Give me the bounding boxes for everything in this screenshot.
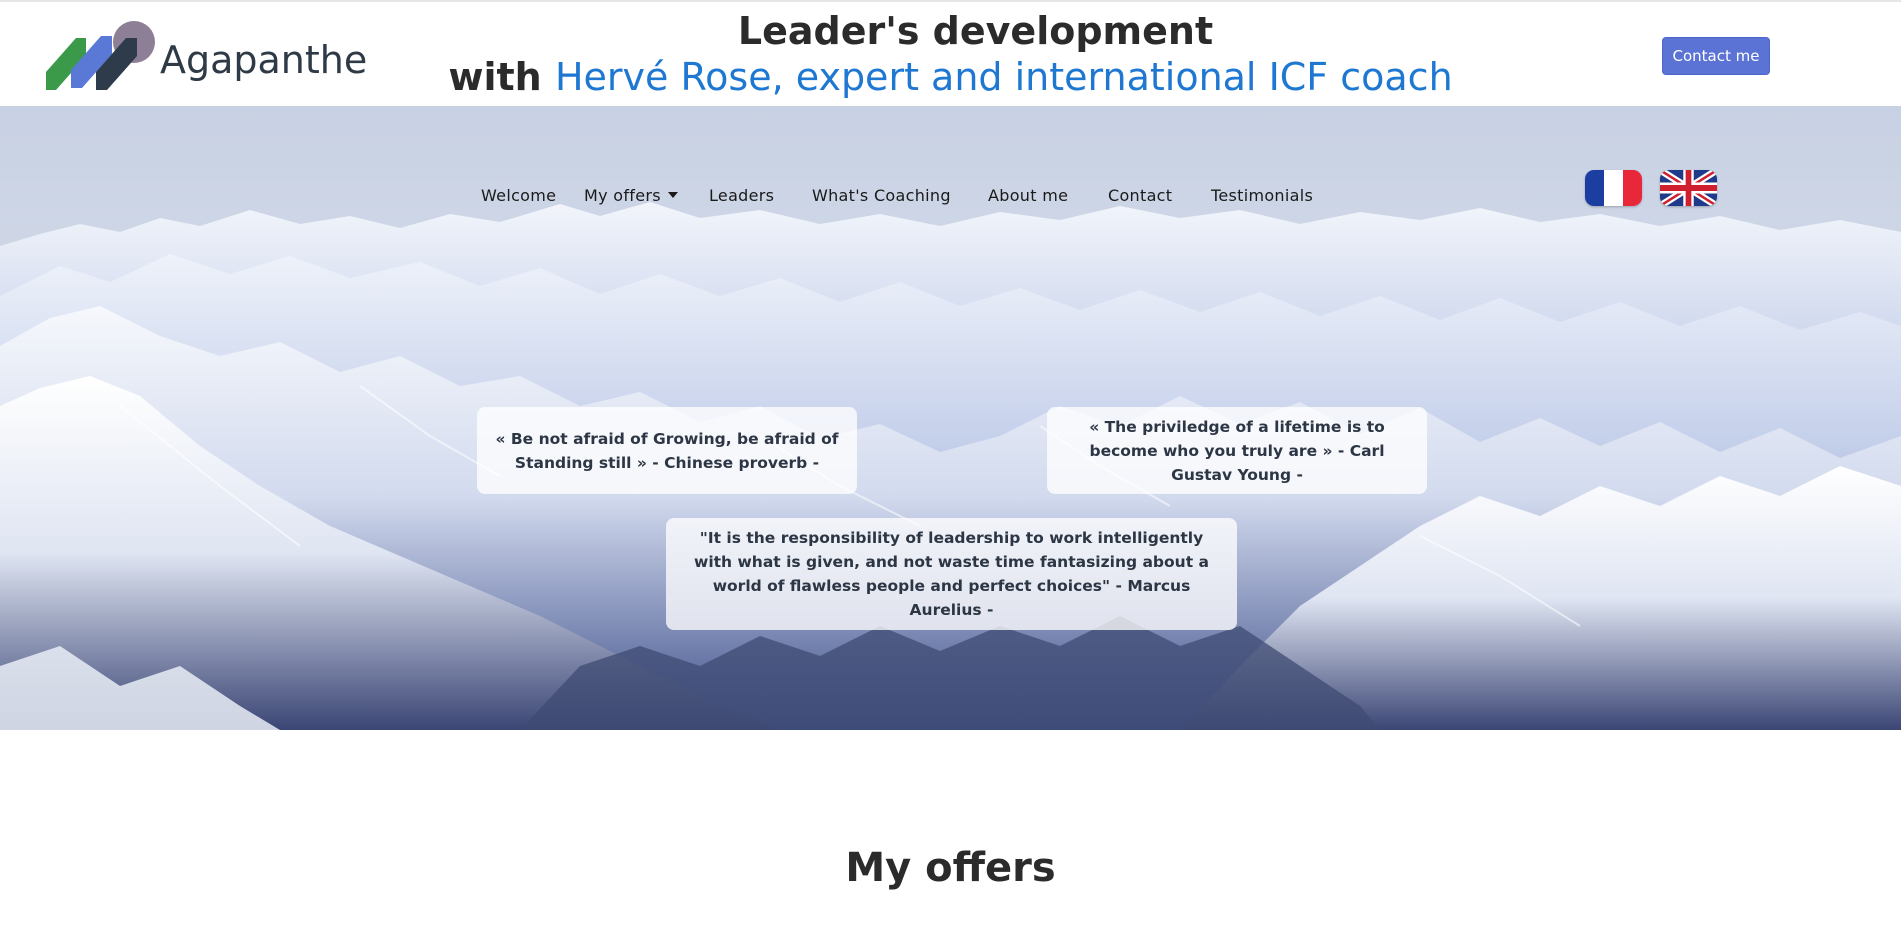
headline-accent: Hervé Rose, expert and international ICF… <box>554 55 1453 99</box>
language-english-button[interactable] <box>1660 170 1717 206</box>
contact-me-button[interactable]: Contact me <box>1662 37 1770 75</box>
headline-prefix: with <box>448 55 542 99</box>
nav-item-contact[interactable]: Contact <box>1108 178 1172 214</box>
quote-card: "It is the responsibility of leadership … <box>666 518 1237 630</box>
nav-item-my-offers-label: My offers <box>584 186 661 205</box>
quote-text: « Be not afraid of Growing, be afraid of… <box>495 429 839 472</box>
french-flag-icon <box>1585 170 1642 206</box>
quote-card: « The priviledge of a lifetime is to bec… <box>1047 407 1427 494</box>
language-french-button[interactable] <box>1585 170 1642 206</box>
chevron-down-icon <box>667 191 678 198</box>
quote-text: "It is the responsibility of leadership … <box>694 529 1209 619</box>
headline-line-2: with Hervé Rose, expert and internationa… <box>0 52 1901 102</box>
nav-item-whats-coaching[interactable]: What's Coaching <box>812 178 951 214</box>
nav-item-testimonials[interactable]: Testimonials <box>1211 178 1313 214</box>
hero-banner: Welcome My offers Leaders What's Coachin… <box>0 106 1901 730</box>
headline-line-1: Leader's development <box>737 9 1214 53</box>
section-title-my-offers: My offers <box>845 845 1056 891</box>
quote-card: « Be not afraid of Growing, be afraid of… <box>477 407 857 494</box>
nav-item-welcome[interactable]: Welcome <box>481 178 556 214</box>
site-header: Agapanthe Leader's development with Herv… <box>0 0 1901 106</box>
uk-flag-icon <box>1660 170 1717 206</box>
headline: Leader's development with Hervé Rose, ex… <box>0 6 1901 102</box>
nav-item-leaders[interactable]: Leaders <box>709 178 774 214</box>
nav-item-my-offers[interactable]: My offers <box>584 178 678 214</box>
quote-text: « The priviledge of a lifetime is to bec… <box>1089 417 1385 484</box>
nav-item-about-me[interactable]: About me <box>988 178 1068 214</box>
